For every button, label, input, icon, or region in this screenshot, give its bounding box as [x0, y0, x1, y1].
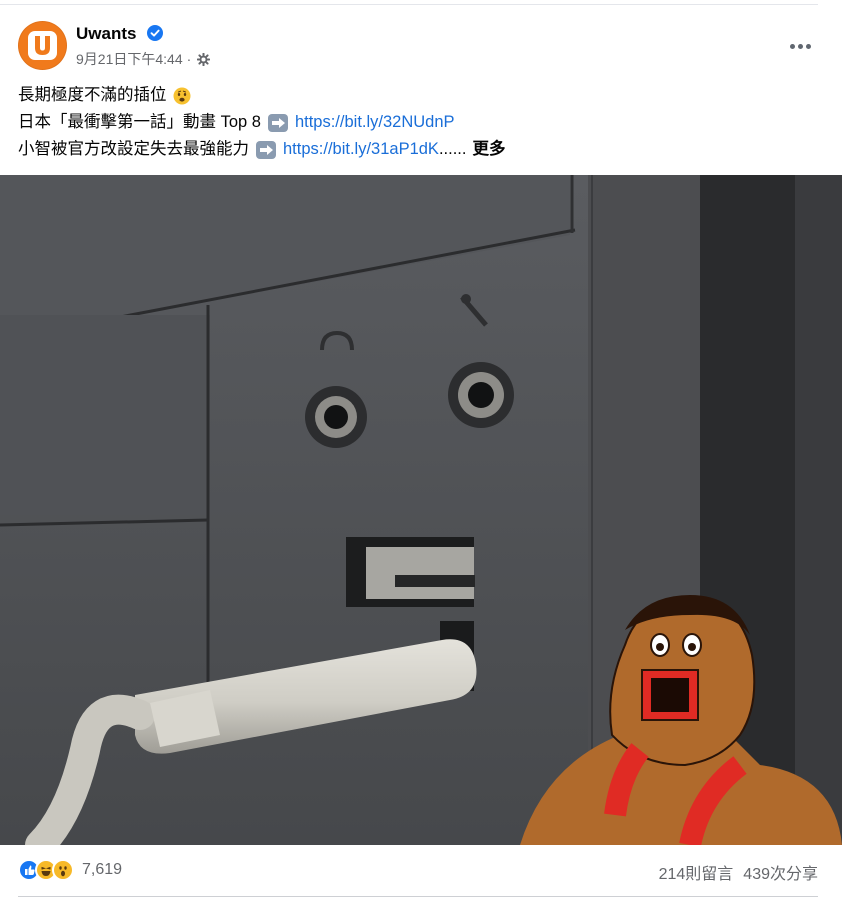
ellipsis: ......: [438, 140, 467, 158]
uwants-logo-icon: [28, 31, 57, 60]
page-avatar[interactable]: [18, 21, 67, 70]
post-text-line-2: 日本「最衝擊第一話」動畫 Top 8 https://bit.ly/32NUdn…: [18, 109, 808, 136]
worried-face-icon: [173, 87, 190, 104]
link-bitly-1[interactable]: https://bit.ly/32NUdnP: [295, 109, 455, 136]
reaction-count[interactable]: 7,619: [82, 861, 122, 879]
facebook-post: Uwants 9月21日下午4:44 · 長期極度不滿的插位 日本「最衝擊第一話…: [0, 0, 842, 900]
engagement-stats: 214則留言 439次分享: [659, 860, 818, 884]
share-count[interactable]: 439次分享: [743, 860, 818, 884]
post-header: Uwants 9月21日下午4:44 ·: [18, 20, 818, 72]
post-text-line-3-prefix: 小智被官方改設定失去最強能力: [18, 140, 249, 158]
post-meta: 9月21日下午4:44 ·: [76, 49, 211, 69]
right-arrow-icon: [267, 113, 288, 132]
divider: [0, 4, 818, 5]
post-text-line-2-prefix: 日本「最衝擊第一話」動畫 Top 8: [18, 113, 261, 131]
see-more-button[interactable]: 更多: [472, 136, 505, 163]
globe-icon[interactable]: [197, 52, 211, 66]
verified-badge-icon: [147, 25, 163, 41]
meta-separator: ·: [186, 51, 192, 67]
post-timestamp[interactable]: 9月21日下午4:44: [76, 49, 183, 69]
post-caption: 長期極度不滿的插位: [18, 86, 167, 104]
more-dot: [805, 43, 811, 49]
post-text-line-3: 小智被官方改設定失去最強能力 https://bit.ly/31aP1dK ..…: [18, 136, 808, 163]
page-name[interactable]: Uwants: [76, 24, 136, 44]
reaction-summary[interactable]: 7,619: [18, 858, 122, 882]
link-bitly-2[interactable]: https://bit.ly/31aP1dK: [283, 136, 439, 163]
post-text-line-1: 長期極度不滿的插位: [18, 82, 808, 109]
right-arrow-icon: [256, 140, 276, 159]
post-photo[interactable]: [0, 175, 842, 845]
more-dot: [797, 43, 803, 49]
wow-icon: [52, 859, 74, 881]
more-dot: [789, 43, 795, 49]
divider: [18, 896, 818, 897]
more-options-icon[interactable]: [782, 28, 818, 64]
post-text: 長期極度不滿的插位 日本「最衝擊第一話」動畫 Top 8 https://bit…: [18, 82, 808, 163]
pc-port-face-meme-image: [0, 175, 842, 845]
comment-count[interactable]: 214則留言: [659, 860, 734, 884]
